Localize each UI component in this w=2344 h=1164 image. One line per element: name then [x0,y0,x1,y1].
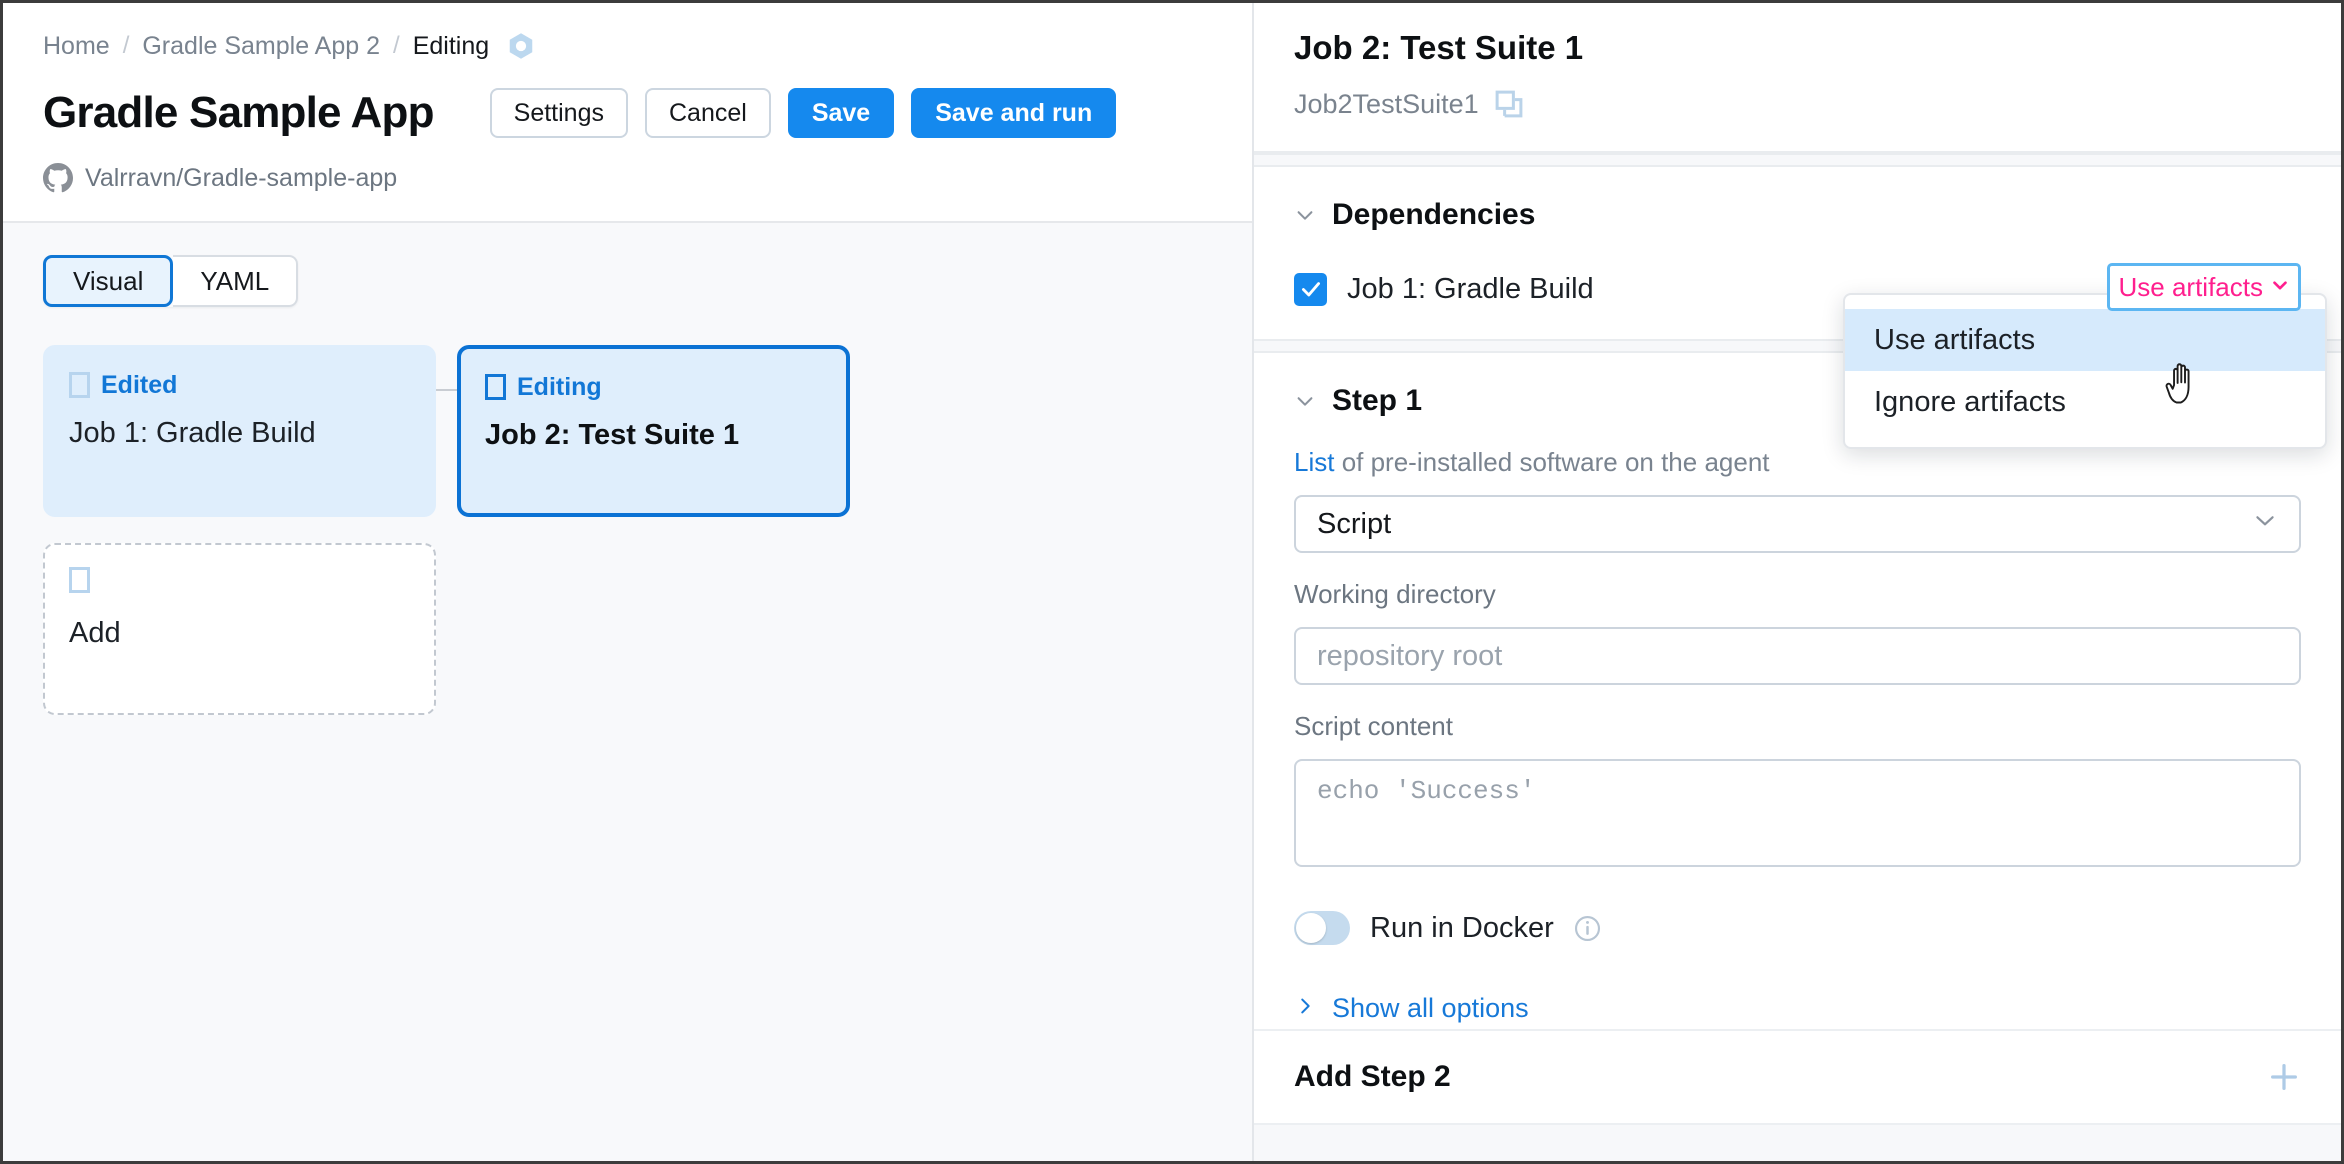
artifact-mode-dropdown-trigger[interactable]: Use artifacts [2106,263,2301,311]
panel-job-id: Job2TestSuite1 [1294,88,1479,119]
dependency-label: Job 1: Gradle Build [1347,272,1594,305]
github-icon [43,163,73,193]
plus-icon [2267,1060,2301,1094]
tab-yaml[interactable]: YAML [173,255,299,307]
panel-header: Job 2: Test Suite 1 Job2TestSuite1 [1254,3,2341,153]
settings-button[interactable]: Settings [489,88,628,138]
dependency-row: Job 1: Gradle Build Use artifacts [1294,263,2301,313]
agent-software-hint-text: of pre-installed software on the agent [1334,447,1770,477]
copy-icon[interactable] [1494,89,1524,119]
title-row: Gradle Sample App Settings Cancel Save S… [43,85,1212,141]
breadcrumb-separator: / [393,32,400,59]
job-name-2: Job 2: Test Suite 1 [485,419,740,451]
dropdown-option-use-artifacts[interactable]: Use artifacts [1845,309,2325,371]
cancel-button[interactable]: Cancel [645,88,771,138]
breadcrumb-item-project[interactable]: Gradle Sample App 2 [142,32,380,61]
step-type-value: Script [1317,507,1392,540]
save-button[interactable]: Save [787,88,895,138]
script-content-textarea[interactable]: echo 'Success' [1294,759,2301,867]
tab-visual[interactable]: Visual [43,255,174,307]
working-directory-input[interactable]: repository root [1294,627,2301,685]
agent-software-hint: List of pre-installed software on the ag… [1294,447,2301,481]
add-job-label: Add [69,617,121,649]
chevron-down-icon [1294,390,1316,412]
chevron-right-icon [1294,993,1316,1024]
panel-subtitle-row: Job2TestSuite1 [1294,85,2301,123]
dependencies-section: Dependencies Job 1: Gradle Build Use art… [1254,167,2341,313]
page-header: Home / Gradle Sample App 2 / Editing Gra… [3,3,1252,223]
working-directory-label: Working directory [1294,579,1496,609]
info-icon[interactable] [1574,915,1601,942]
show-all-options-link[interactable]: Show all options [1294,989,2301,1027]
job-status-label: Edited [101,370,178,399]
working-directory-placeholder: repository root [1317,639,1503,672]
job-status-2: Editing [485,371,822,403]
script-content-label: Script content [1294,711,1453,741]
chevron-down-icon [2252,507,2278,541]
breadcrumb-item-current: Editing [412,31,490,60]
page-title: Gradle Sample App [43,88,434,137]
save-and-run-button[interactable]: Save and run [911,88,1117,138]
panel-bottom-strip [1254,1125,2341,1161]
script-content-placeholder: echo 'Success' [1317,776,1536,806]
run-in-docker-row: Run in Docker [1294,903,2301,953]
step-type-select[interactable]: Script [1294,495,2301,553]
left-pane: Home / Gradle Sample App 2 / Editing Gra… [3,3,1254,1161]
add-job-card[interactable]: Add [43,543,436,715]
job-name-1: Job 1: Gradle Build [69,417,316,449]
breadcrumb: Home / Gradle Sample App 2 / Editing [43,25,1212,67]
job-status-box-icon [69,372,90,398]
jobs-area: Edited Job 1: Gradle Build Editing Job 2… [43,345,1212,715]
step-title: Step 1 [1332,384,1423,417]
toggle-knob [1296,913,1326,943]
pipeline-canvas: Visual YAML Edited Job 1: Gradle Build E… [3,223,1252,1161]
chevron-down-icon [1294,204,1316,226]
dependencies-header[interactable]: Dependencies [1294,193,2301,237]
dropdown-option-ignore-artifacts[interactable]: Ignore artifacts [1845,371,2325,433]
editor-mode-tabs: Visual YAML [43,255,299,307]
dependencies-title: Dependencies [1332,198,1536,231]
section-divider [1254,153,2341,167]
artifact-mode-dropdown-menu: Use artifacts Ignore artifacts [1843,293,2327,449]
repository-name: Valrravn/Gradle-sample-app [85,163,398,192]
add-job-box-icon [69,567,90,593]
dependency-checkbox[interactable] [1294,272,1327,306]
add-step-label: Add Step 2 [1294,1060,1451,1093]
chevron-down-icon [2269,272,2291,303]
agent-software-link[interactable]: List [1294,447,1334,477]
breadcrumb-separator: / [122,32,130,59]
job-card-1[interactable]: Edited Job 1: Gradle Build [43,345,436,517]
repository-row: Valrravn/Gradle-sample-app [43,161,1212,195]
breadcrumb-item-home[interactable]: Home [43,32,110,61]
add-step-button[interactable]: Add Step 2 [1254,1029,2341,1125]
job-status-1: Edited [69,369,410,401]
job-status-box-icon [485,374,506,400]
app-window: Home / Gradle Sample App 2 / Editing Gra… [0,0,2344,1164]
artifact-mode-value: Use artifacts [2118,271,2264,302]
job-details-panel: Job 2: Test Suite 1 Job2TestSuite1 Depen… [1254,3,2341,1161]
step-section: Step 1 List of pre-installed software on… [1254,353,2341,1027]
panel-title: Job 2: Test Suite 1 [1294,29,1584,66]
run-in-docker-label: Run in Docker [1370,911,1554,944]
job-card-2[interactable]: Editing Job 2: Test Suite 1 [457,345,850,517]
run-in-docker-toggle[interactable] [1294,911,1350,945]
show-all-options-label: Show all options [1332,992,1529,1023]
job-row: Edited Job 1: Gradle Build Editing Job 2… [43,345,1212,517]
job-status-label: Editing [517,372,602,401]
hexagon-icon [506,31,536,61]
header-actions: Settings Cancel Save Save and run [489,88,1117,138]
